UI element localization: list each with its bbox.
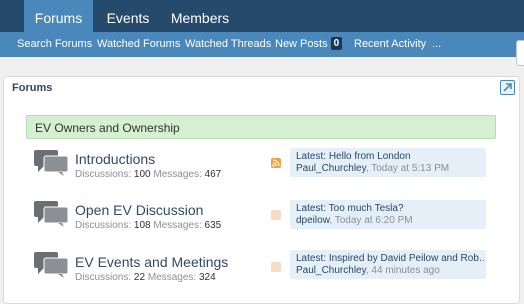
latest-label: Latest: xyxy=(296,151,327,162)
discussions-count: 108 xyxy=(133,220,151,231)
discussions-count: 22 xyxy=(133,272,146,283)
search-forums-link[interactable]: Search Forums xyxy=(17,32,92,57)
latest-post-meta: Paul_Churchley, 44 minutes ago xyxy=(296,265,440,277)
new-posts-label: New Posts xyxy=(275,38,328,50)
latest-post-title: Hello from London xyxy=(328,151,411,162)
forum-chat-icon xyxy=(34,150,70,176)
tab-members[interactable]: Members xyxy=(167,0,233,32)
rss-feed-icon[interactable] xyxy=(271,262,281,272)
forum-stats: Discussions: 108 Messages: 635 xyxy=(75,220,221,232)
latest-post-meta: dpeilow, Today at 6:20 PM xyxy=(296,215,413,227)
messages-label: Messages: xyxy=(153,220,202,231)
tab-events[interactable]: Events xyxy=(103,0,153,32)
category-header[interactable]: EV Owners and Ownership xyxy=(26,115,496,139)
latest-post-link[interactable]: Latest: Too much Tesla? xyxy=(296,203,484,215)
meta-separator: , xyxy=(365,163,369,174)
latest-post-user[interactable]: Paul_Churchley xyxy=(296,265,366,276)
forum-stats: Discussions: 22 Messages: 324 xyxy=(75,272,216,284)
forum-stats: Discussions: 100 Messages: 467 xyxy=(75,169,221,181)
new-posts-count-badge: 0 xyxy=(330,37,343,50)
discussions-label: Discussions: xyxy=(75,272,132,283)
section-title: Forums xyxy=(12,82,53,94)
sub-navigation: Search Forums Watched Forums Watched Thr… xyxy=(0,32,524,57)
latest-post-time: Today at 6:20 PM xyxy=(334,215,413,226)
forums-panel: Forums EV Owners and Ownership Introduct… xyxy=(3,76,520,304)
popout-arrow-icon[interactable] xyxy=(500,80,515,95)
latest-post-link[interactable]: Latest: Hello from London xyxy=(296,151,484,163)
watched-forums-link[interactable]: Watched Forums xyxy=(97,32,180,57)
latest-post-box: Latest: Too much Tesla? dpeilow, Today a… xyxy=(290,200,486,229)
latest-post-title: Too much Tesla? xyxy=(328,203,404,214)
more-menu-link[interactable]: ... xyxy=(432,32,441,57)
watched-threads-link[interactable]: Watched Threads xyxy=(185,32,271,57)
messages-label: Messages: xyxy=(153,169,202,180)
latest-post-link[interactable]: Latest: Inspired by David Peilow and Rob… xyxy=(296,253,484,265)
forum-chat-icon xyxy=(34,201,70,227)
forum-title-introductions[interactable]: Introductions xyxy=(75,151,155,167)
discussions-label: Discussions: xyxy=(75,169,132,180)
search-box[interactable] xyxy=(516,40,524,66)
tab-forums[interactable]: Forums xyxy=(24,0,93,32)
discussions-label: Discussions: xyxy=(75,220,132,231)
top-tab-bar: Forums Events Members xyxy=(0,0,524,32)
latest-label: Latest: xyxy=(296,203,327,214)
messages-count: 467 xyxy=(204,169,222,180)
messages-count: 635 xyxy=(204,220,222,231)
latest-post-user[interactable]: Paul_Churchley xyxy=(296,163,366,174)
discussions-count: 100 xyxy=(133,169,151,180)
recent-activity-link[interactable]: Recent Activity xyxy=(354,32,426,57)
latest-post-box: Latest: Hello from London Paul_Churchley… xyxy=(290,148,486,177)
rss-feed-icon[interactable] xyxy=(271,210,281,220)
latest-label: Latest: xyxy=(296,253,327,264)
latest-post-meta: Paul_Churchley, Today at 5:13 PM xyxy=(296,163,449,175)
forum-chat-icon xyxy=(34,252,70,278)
forum-title-open-ev-discussion[interactable]: Open EV Discussion xyxy=(75,202,203,218)
meta-separator: , xyxy=(365,265,369,276)
latest-post-user[interactable]: dpeilow xyxy=(296,215,329,226)
forum-title-ev-events-and-meetings[interactable]: EV Events and Meetings xyxy=(75,254,228,270)
latest-post-time: 44 minutes ago xyxy=(371,265,440,276)
latest-post-box: Latest: Inspired by David Peilow and Rob… xyxy=(290,250,486,279)
rss-feed-icon[interactable] xyxy=(271,158,281,168)
latest-post-time: Today at 5:13 PM xyxy=(371,163,450,174)
latest-post-title: Inspired by David Peilow and Rob… xyxy=(328,253,484,264)
messages-label: Messages: xyxy=(147,272,197,283)
meta-separator: , xyxy=(329,215,333,226)
new-posts-link[interactable]: New Posts 0 xyxy=(275,32,343,57)
messages-count: 324 xyxy=(198,272,216,283)
